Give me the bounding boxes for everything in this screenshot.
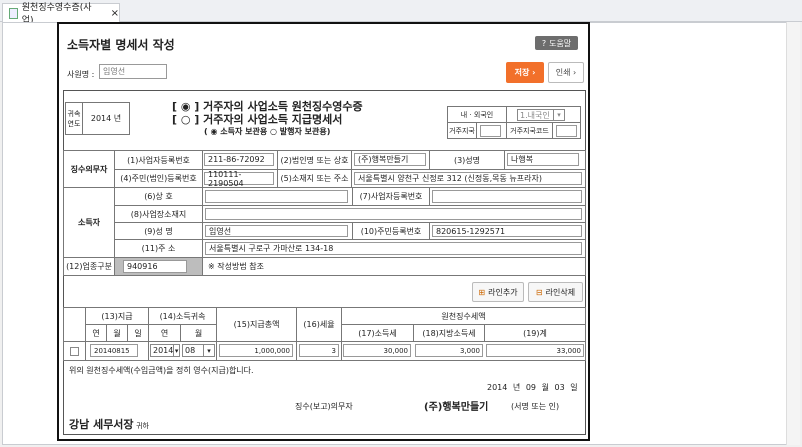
industry-label: (12)업종구분 — [63, 257, 115, 276]
chevron-down-icon: ▾ — [553, 110, 564, 120]
employee-name-input[interactable]: 임영선 — [99, 64, 167, 79]
payer-address-label: (5)소재지 또는 주소 — [277, 169, 352, 188]
payer-label: 징수(보고)의무자 — [295, 402, 353, 411]
payer-name: 나행복 — [507, 153, 579, 166]
earner-biz-no-label: (7)사업자등록번호 — [352, 187, 430, 206]
tab-bar: 원천징수영수증(사업) × — [0, 0, 802, 26]
header-attribution: (14)소득귀속 — [148, 307, 217, 325]
title-statement: [ ○ ] 거주자의 사업소득 지급명세서 — [172, 113, 343, 126]
residence-code-input[interactable] — [556, 125, 577, 137]
earner-workplace-label: (8)사업장소재지 — [114, 205, 203, 223]
vertical-scrollbar[interactable] — [786, 22, 800, 445]
tab-withholding-receipt[interactable]: 원천징수영수증(사업) × — [2, 3, 120, 26]
chevron-down-icon: ▾ — [203, 345, 214, 356]
question-icon: ? — [541, 38, 547, 48]
payer-corp-name: (주)행복만들기 — [354, 153, 426, 166]
payer-corp-name-label: (2)법인명 또는 상호 — [277, 150, 352, 170]
add-line-button[interactable]: ⊞ 라인추가 — [472, 282, 524, 302]
income-tax-value: 30,000 — [343, 344, 411, 357]
industry-value: 940916 — [123, 260, 187, 273]
earner-trade-name-input[interactable] — [205, 190, 348, 203]
header-pay: (13)지급 — [85, 307, 149, 325]
payer-section-label: 징수의무자 — [63, 150, 115, 188]
payer-biz-no-label: (1)사업자등록번호 — [114, 150, 203, 170]
header-total: (15)지급총액 — [216, 307, 297, 342]
dialog-title: 소득자별 명세서 작성 — [67, 38, 175, 52]
attr-month-select[interactable]: 08 ▾ — [182, 344, 215, 357]
nationality-label: 내 · 외국인 — [447, 106, 507, 123]
delete-row-icon: ⊟ — [535, 287, 543, 297]
residence-code-label: 거주지국코드 — [506, 122, 553, 139]
print-button[interactable]: 인쇄 › — [548, 62, 584, 83]
payer-reg-no-label: (4)주민(법인)등록번호 — [114, 169, 203, 188]
header-pay-year: 연 — [85, 324, 107, 342]
employee-label: 사원명 : — [67, 70, 95, 79]
earner-address-label: (11)주 소 — [114, 239, 203, 258]
header-pay-month: 월 — [106, 324, 128, 342]
sum-value: 33,000 — [486, 344, 584, 357]
earner-address-input[interactable]: 서울특별시 구로구 가마산로 134-18 — [205, 242, 582, 255]
issue-date: 2014 년 09 월 03 일 — [487, 383, 578, 392]
income-statement-dialog: 소득자별 명세서 작성 ? 도움말 사원명 : 임영선 저장 › 인쇄 › 귀속연… — [57, 22, 590, 441]
earner-name: 임영선 — [205, 225, 348, 237]
residence-input[interactable] — [480, 125, 501, 137]
header-attr-year: 연 — [148, 324, 181, 342]
row-checkbox[interactable] — [70, 346, 79, 356]
attr-year-select[interactable]: 2014 ▾ — [150, 344, 180, 357]
earner-trade-name-label: (6)상 호 — [114, 187, 203, 206]
total-amount-input[interactable]: 1,000,000 — [219, 344, 293, 357]
earner-biz-no-input[interactable] — [432, 190, 582, 203]
radio-selected-icon[interactable]: ◉ — [210, 127, 217, 136]
earner-workplace-input[interactable] — [205, 208, 582, 220]
earner-rrn: 820615-1292571 — [432, 225, 582, 237]
header-rate: (16)세율 — [296, 307, 342, 342]
earner-name-label: (9)성 명 — [114, 222, 203, 240]
payer-biz-no: 211-86-72092 — [204, 153, 274, 166]
header-withholding: 원천징수세액 — [341, 307, 586, 325]
payer-name-label: (3)성명 — [429, 150, 505, 170]
payer-reg-no: 110111-2190504 — [204, 170, 274, 188]
tax-rate-input[interactable]: 3 — [299, 344, 339, 357]
header-pay-day: 일 — [127, 324, 149, 342]
delete-line-button[interactable]: ⊟ 라인삭제 — [528, 282, 583, 302]
add-row-icon: ⊞ — [478, 287, 486, 297]
header-sum: (19)계 — [484, 324, 586, 342]
radio-icon[interactable]: ○ — [270, 127, 277, 136]
tax-office: 강남 세무서장 귀하 — [69, 418, 149, 431]
industry-note: ※ 작성방법 참조 — [208, 262, 264, 271]
copy-type: ( ◉ 소득자 보관용 ○ 발행자 보관용) — [204, 127, 331, 136]
document-icon — [9, 7, 18, 19]
earner-rrn-label: (10)주민등록번호 — [352, 222, 430, 240]
close-tab-icon[interactable]: × — [111, 8, 119, 19]
year-value: 2014 년 — [82, 102, 130, 135]
local-tax-value: 3,000 — [415, 344, 483, 357]
earner-section-label: 소득자 — [63, 187, 115, 258]
radio-icon[interactable]: ○ — [181, 113, 191, 126]
help-button[interactable]: ? 도움말 — [535, 36, 578, 50]
receipt-statement: 위의 원천징수세액(수입금액)을 정히 영수(지급)합니다. — [69, 366, 254, 375]
nationality-select[interactable]: 1.내국인 ▾ — [517, 109, 565, 121]
payer-name: (주)행복만들기 — [424, 402, 489, 413]
header-attr-month: 월 — [180, 324, 217, 342]
residence-label: 거주지국 — [447, 122, 477, 139]
year-label: 귀속연도 — [65, 102, 83, 135]
chevron-down-icon: ▾ — [173, 345, 179, 356]
sign-note: (서명 또는 인) — [511, 402, 560, 411]
header-income-tax: (17)소득세 — [341, 324, 414, 342]
payer-address: 서울특별시 양천구 신정로 312 (신정동,목동 뉴프라자) — [354, 172, 582, 185]
save-button[interactable]: 저장 › — [506, 62, 544, 83]
pay-date-input[interactable]: 20140815 — [90, 344, 138, 357]
header-local-tax: (18)지방소득세 — [413, 324, 485, 342]
